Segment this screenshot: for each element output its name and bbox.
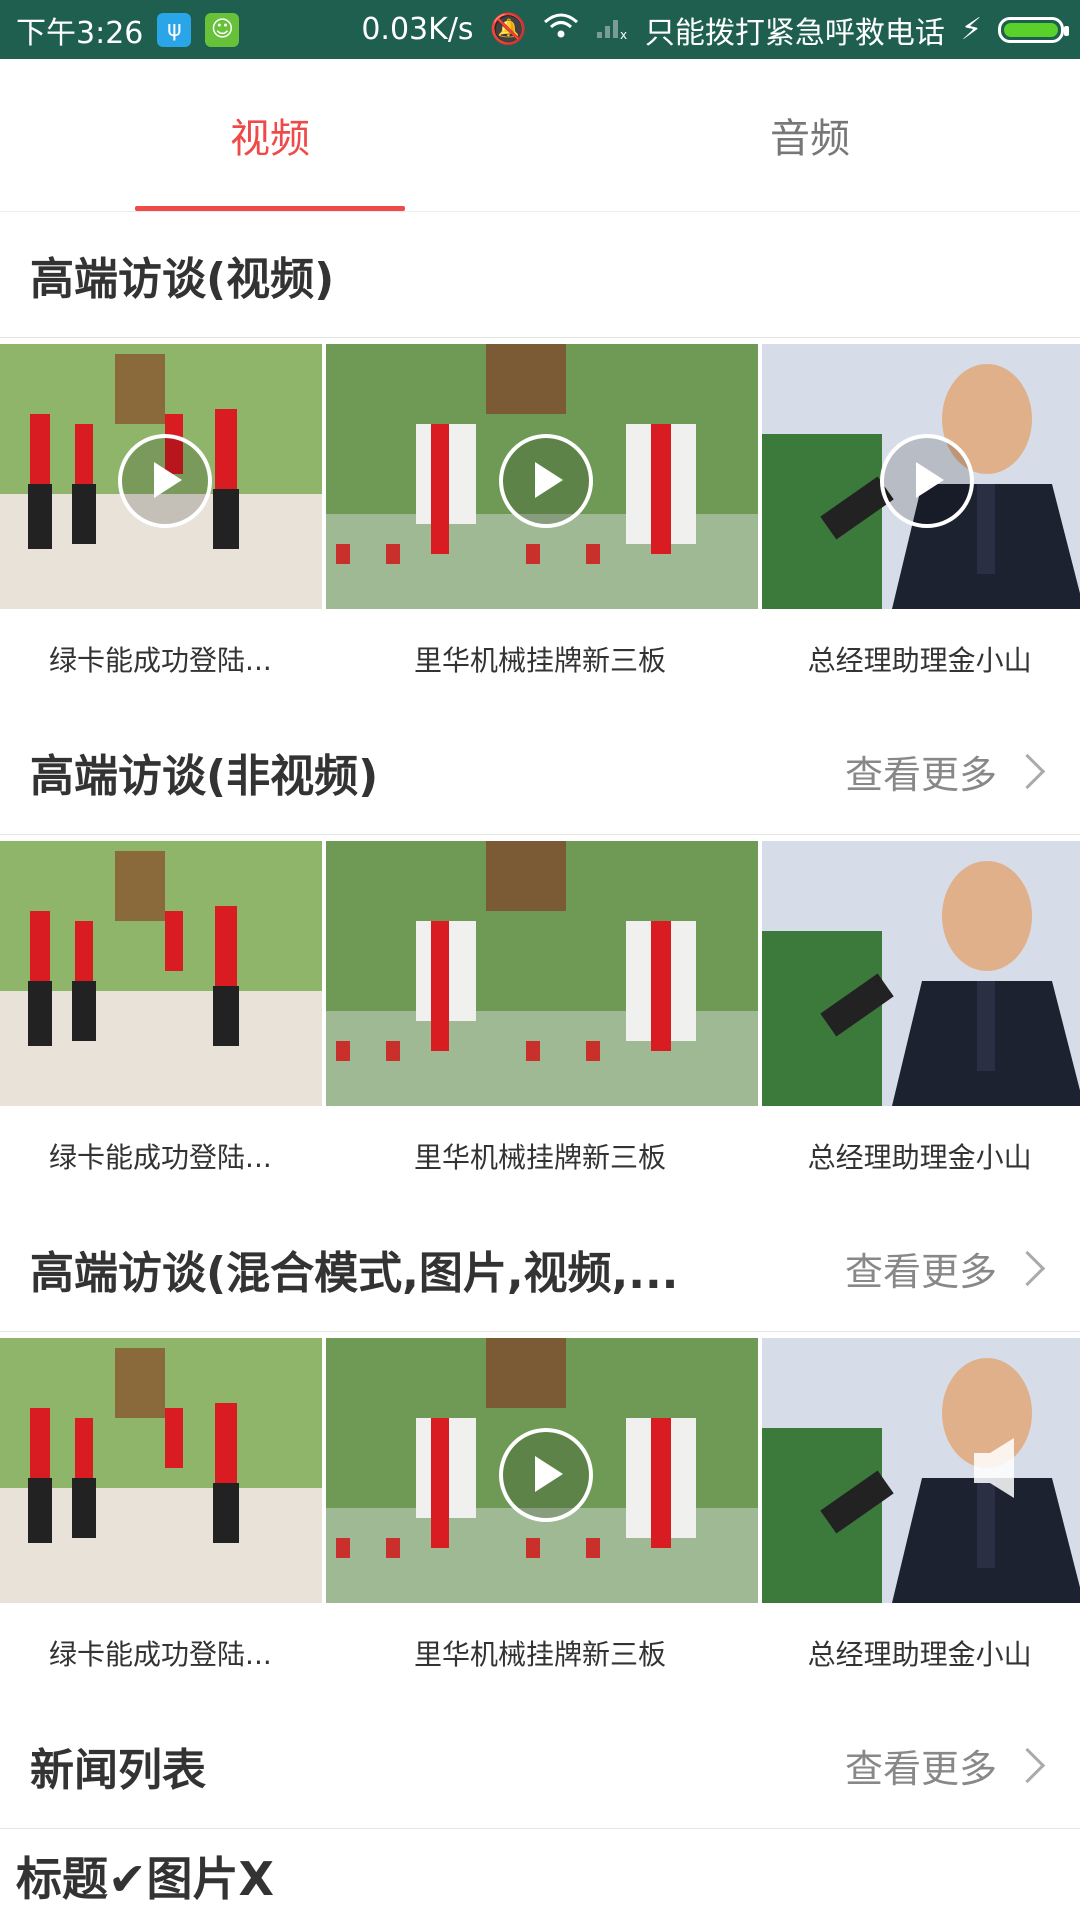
svg-text:x: x [620, 28, 627, 40]
media-thumbnail[interactable] [0, 344, 322, 609]
caption-row: 绿卡能成功登陆... 里华机械挂牌新三板 总经理助理金小山 [0, 1603, 1080, 1703]
charging-icon: ⚡ [960, 12, 982, 47]
divider [0, 1331, 1080, 1332]
section-header: 高端访谈(非视频) 查看更多 [0, 709, 1080, 834]
thumbnail-image [762, 841, 1080, 1106]
see-more-label: 查看更多 [844, 1747, 997, 1791]
status-left: 下午3:26 ψ ☺ [16, 8, 240, 52]
chevron-right-icon [1009, 1747, 1046, 1784]
item-caption[interactable]: 里华机械挂牌新三板 [325, 1136, 755, 1176]
tab-audio[interactable]: 音频 [540, 59, 1080, 211]
status-time: 下午3:26 [16, 15, 144, 51]
section-header: 新闻列表 查看更多 [0, 1703, 1080, 1828]
android-icon: ☺ [205, 12, 240, 47]
section-title: 高端访谈(非视频) [30, 750, 379, 802]
media-thumbnail[interactable] [326, 344, 758, 609]
see-more-button[interactable]: 查看更多 [845, 1738, 1050, 1793]
signal-icon: x [595, 12, 629, 48]
tab-bar: 视频 音频 [0, 59, 1080, 212]
item-caption[interactable]: 总经理助理金小山 [759, 1633, 1080, 1673]
item-caption[interactable]: 绿卡能成功登陆... [0, 1633, 321, 1673]
carrier-text: 只能拨打紧急呼救电话 [644, 15, 945, 51]
status-bar: 下午3:26 ψ ☺ 0.03K/s 🔕 x 只能拨打紧急呼救电话 ⚡ [0, 0, 1080, 59]
section-header: 高端访谈(混合模式,图片,视频,... 查看更多 [0, 1206, 1080, 1331]
news-item-title[interactable]: 标题✔图片X [0, 1829, 1080, 1923]
section-interview-video: 高端访谈(视频) 绿卡能成功登陆... 里华机械挂牌新三板 总经理助理金小山 [0, 212, 1080, 709]
media-thumbnail[interactable] [762, 344, 1080, 609]
section-title: 高端访谈(视频) [30, 253, 335, 305]
item-caption[interactable]: 总经理助理金小山 [759, 639, 1080, 679]
usb-icon: ψ [157, 12, 192, 47]
section-interview-nonvideo: 高端访谈(非视频) 查看更多 绿卡能成功登陆... 里华机械挂牌新三板 总经理助… [0, 709, 1080, 1206]
chevron-right-icon [1009, 753, 1046, 790]
play-icon [499, 433, 593, 528]
thumbnail-row [0, 841, 1080, 1106]
section-news-list: 新闻列表 查看更多 标题✔图片X [0, 1703, 1080, 1923]
wifi-icon [543, 12, 579, 48]
media-thumbnail[interactable] [326, 1338, 758, 1603]
section-header: 高端访谈(视频) [0, 212, 1080, 337]
media-thumbnail[interactable] [326, 841, 758, 1106]
caption-row: 绿卡能成功登陆... 里华机械挂牌新三板 总经理助理金小山 [0, 1106, 1080, 1206]
item-caption[interactable]: 里华机械挂牌新三板 [325, 1633, 755, 1673]
thumbnail-image [0, 1338, 322, 1603]
media-thumbnail[interactable] [762, 1338, 1080, 1603]
caption-row: 绿卡能成功登陆... 里华机械挂牌新三板 总经理助理金小山 [0, 609, 1080, 709]
thumbnail-image [0, 841, 322, 1106]
thumbnail-image [762, 1338, 1080, 1603]
see-more-button[interactable]: 查看更多 [845, 1241, 1050, 1296]
see-more-label: 查看更多 [844, 1250, 997, 1294]
network-speed: 0.03K/s [361, 12, 474, 47]
media-thumbnail[interactable] [0, 841, 322, 1106]
battery-fill [1004, 22, 1058, 37]
section-interview-mixed: 高端访谈(混合模式,图片,视频,... 查看更多 绿卡能成功登陆... 里华机械… [0, 1206, 1080, 1703]
play-icon [499, 1427, 593, 1522]
play-icon [880, 433, 974, 528]
tab-video[interactable]: 视频 [0, 59, 540, 211]
section-title: 高端访谈(混合模式,图片,视频,... [30, 1247, 679, 1299]
see-more-label: 查看更多 [844, 753, 997, 797]
media-thumbnail[interactable] [762, 841, 1080, 1106]
battery-icon [998, 16, 1069, 43]
status-right: 0.03K/s 🔕 x 只能拨打紧急呼救电话 ⚡ [361, 8, 1069, 52]
media-thumbnail[interactable] [0, 1338, 322, 1603]
thumbnail-image [326, 841, 758, 1106]
divider [0, 337, 1080, 338]
chevron-right-icon [1009, 1250, 1046, 1287]
item-caption[interactable]: 绿卡能成功登陆... [0, 1136, 321, 1176]
item-caption[interactable]: 里华机械挂牌新三板 [325, 639, 755, 679]
mute-bell-icon: 🔕 [489, 12, 527, 47]
thumbnail-row [0, 1338, 1080, 1603]
play-icon [118, 433, 212, 528]
see-more-button[interactable]: 查看更多 [845, 744, 1050, 799]
section-title: 新闻列表 [30, 1744, 206, 1796]
item-caption[interactable]: 总经理助理金小山 [759, 1136, 1080, 1176]
thumbnail-row [0, 344, 1080, 609]
divider [0, 834, 1080, 835]
item-caption[interactable]: 绿卡能成功登陆... [0, 639, 321, 679]
